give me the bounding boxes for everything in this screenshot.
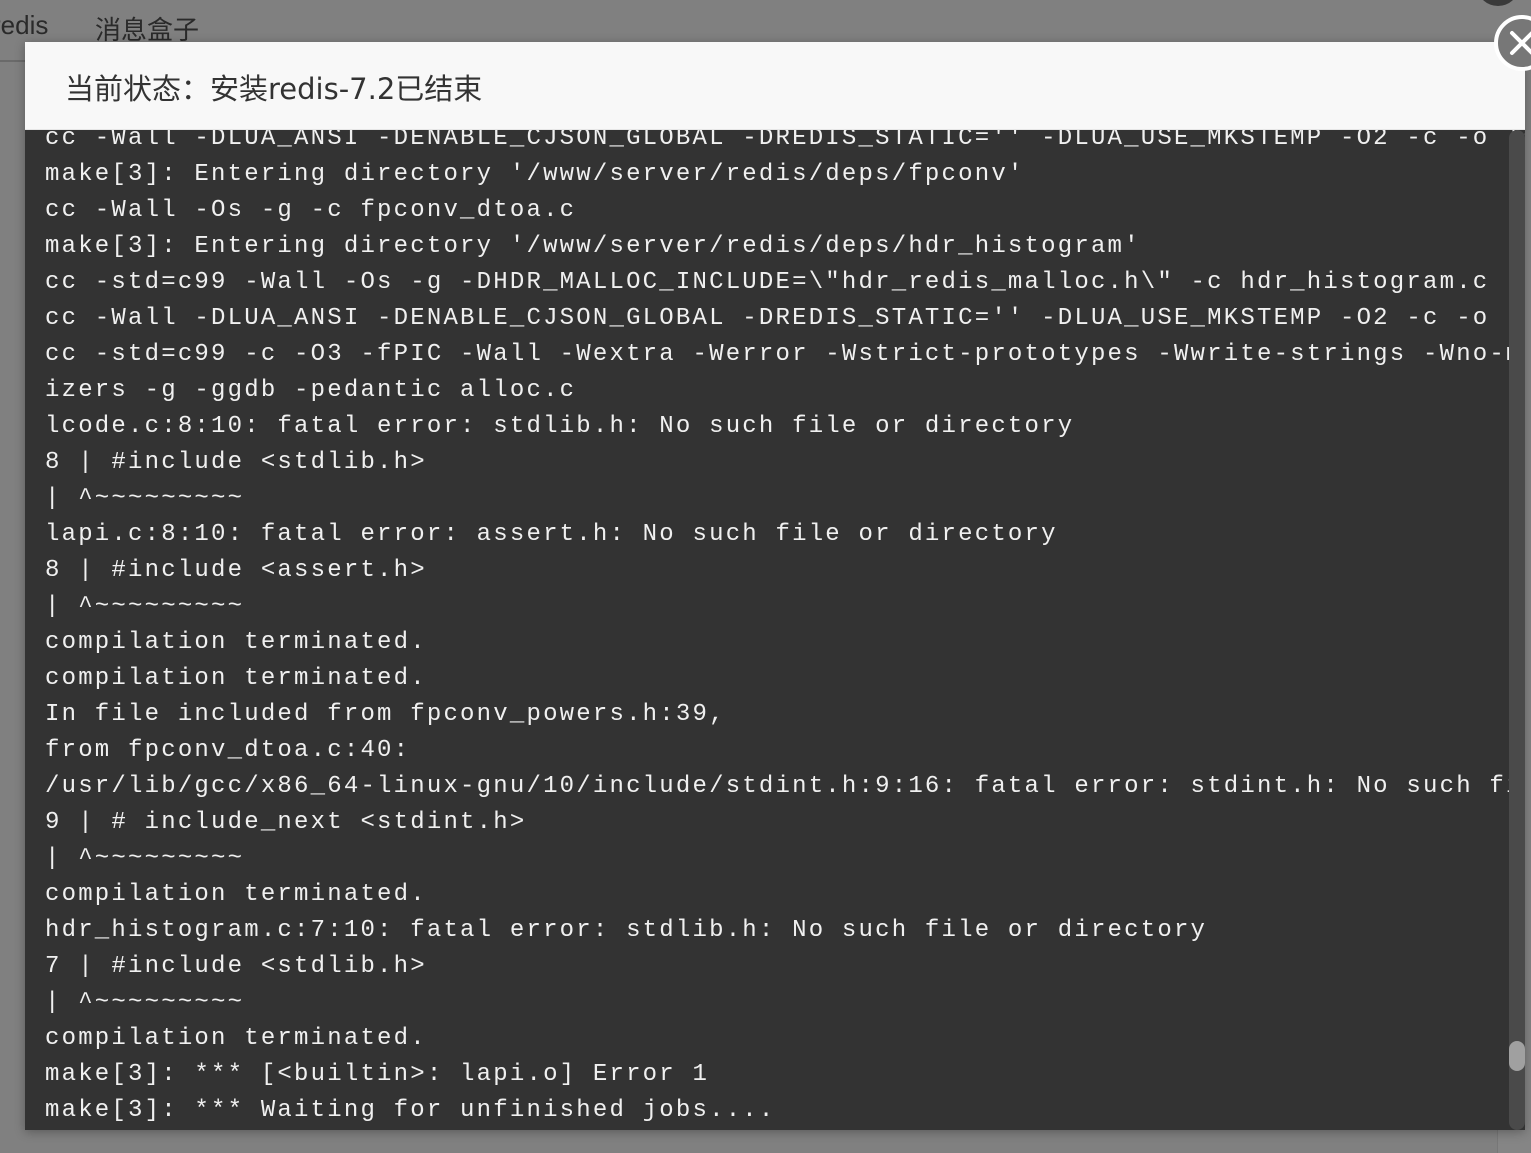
log-line: cc -Wall -DLUA_ANSI -DENABLE_CJSON_GLOBA… — [45, 305, 1525, 332]
log-line: make[3]: *** Waiting for unfinished jobs… — [45, 1097, 776, 1124]
log-line: | ^~~~~~~~~~ — [45, 845, 245, 872]
log-line: cc -Wall -Os -g -c fpconv_dtoa.c — [45, 197, 577, 224]
modal-title: 当前状态：安装redis-7.2已结束 — [65, 72, 483, 106]
log-line: | ^~~~~~~~~~ — [45, 989, 245, 1016]
modal-header: 当前状态：安装redis-7.2已结束 — [25, 42, 1525, 130]
log-line: 9 | # include_next <stdint.h> — [45, 809, 527, 836]
background-tab-redis: redis — [0, 10, 49, 40]
log-line: | ^~~~~~~~~~ — [45, 485, 245, 512]
log-line: make[3]: Entering directory '/www/server… — [45, 161, 1025, 188]
background-divider — [0, 60, 25, 62]
log-line: /usr/lib/gcc/x86_64-linux-gnu/10/include… — [45, 773, 1525, 800]
log-line: lcode.c:8:10: fatal error: stdlib.h: No … — [45, 413, 1075, 440]
log-line: izers -g -ggdb -pedantic alloc.c — [45, 377, 577, 404]
log-line: from fpconv_dtoa.c:40: — [45, 737, 411, 764]
log-line: 8 | #include <stdlib.h> — [45, 449, 427, 476]
log-line: 8 | #include <assert.h> — [45, 557, 427, 584]
log-line: compilation terminated. — [45, 881, 427, 908]
install-status-modal: 当前状态：安装redis-7.2已结束 cc -Wall -DLUA_ANSI … — [25, 42, 1525, 1130]
log-line: make[3]: *** [<builtin>: lapi.o] Error 1 — [45, 1061, 710, 1088]
log-line: 7 | #include <stdlib.h> — [45, 953, 427, 980]
log-line: cc -Wall -DLUA_ANSI -DENABLE_CJSON_GLOBA… — [45, 130, 1525, 152]
log-line: compilation terminated. — [45, 629, 427, 656]
log-line: compilation terminated. — [45, 665, 427, 692]
log-line: cc -std=c99 -Wall -Os -g -DHDR_MALLOC_IN… — [45, 269, 1490, 296]
close-icon — [1510, 31, 1531, 55]
log-line: | ^~~~~~~~~~ — [45, 593, 245, 620]
log-line: lapi.c:8:10: fatal error: assert.h: No s… — [45, 521, 1058, 548]
log-line: In file included from fpconv_powers.h:39… — [45, 701, 726, 728]
log-output: cc -Wall -DLUA_ANSI -DENABLE_CJSON_GLOBA… — [45, 130, 1525, 1129]
log-line: hdr_histogram.c:7:10: fatal error: stdli… — [45, 917, 1208, 944]
background-circle — [1478, 0, 1518, 6]
scrollbar-thumb[interactable] — [1509, 1040, 1525, 1071]
log-line: cc -std=c99 -c -O3 -fPIC -Wall -Wextra -… — [45, 341, 1525, 368]
log-line: make[3]: Entering directory '/www/server… — [45, 233, 1141, 260]
log-line: compilation terminated. — [45, 1025, 427, 1052]
scrollbar[interactable] — [1509, 130, 1525, 1130]
install-log-terminal: cc -Wall -DLUA_ANSI -DENABLE_CJSON_GLOBA… — [25, 130, 1525, 1130]
